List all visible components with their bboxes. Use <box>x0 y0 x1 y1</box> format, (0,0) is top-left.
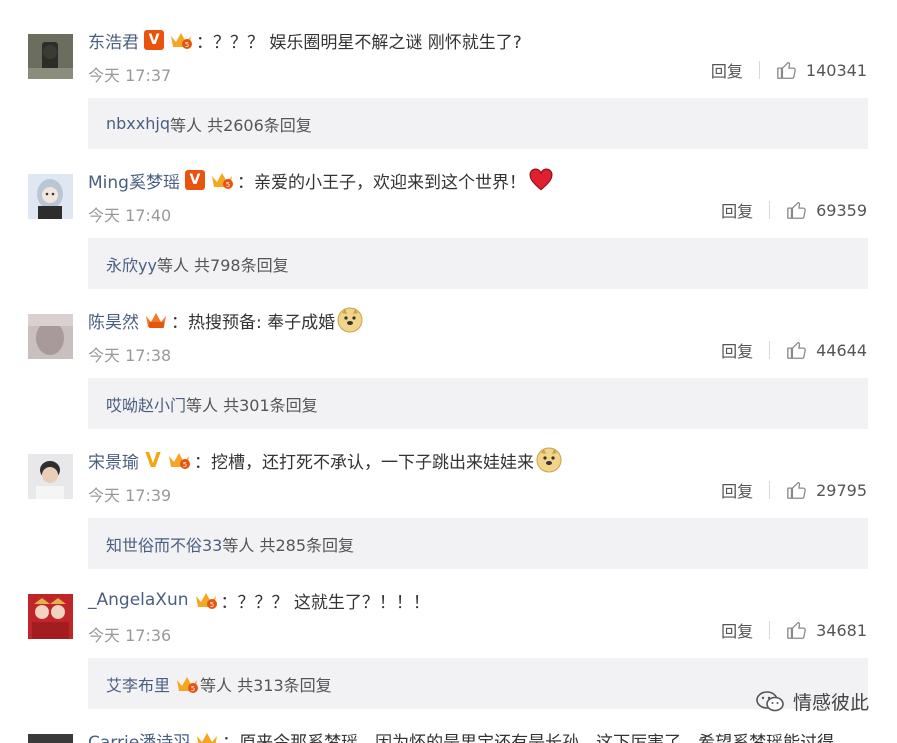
thumbs-up-icon[interactable] <box>776 59 798 81</box>
username[interactable]: _AngelaXun <box>88 590 189 610</box>
verified-badge-icon: V <box>184 170 205 190</box>
timestamp: 今天 17:37 <box>88 66 172 85</box>
sub-reply-summary: 等人 共798条回复 <box>156 255 289 275</box>
sub-reply-summary: 等人 共2606条回复 <box>169 115 312 135</box>
svg-text:5: 5 <box>183 461 187 469</box>
vip-crown-icon: 5 <box>168 30 194 50</box>
sub-replies-box[interactable]: 永欣yy 等人 共798条回复 <box>88 238 868 289</box>
comment-text: ：？？？ 这就生了？！！！ <box>220 592 430 613</box>
thumbs-up-icon[interactable] <box>786 199 808 221</box>
username[interactable]: 东浩君 <box>88 28 139 53</box>
watermark: 情感彼此 <box>755 688 869 715</box>
comment-header: Ming奚梦瑶 V 5 ：亲爱的小王子，欢迎来到这个世界！ <box>88 167 554 193</box>
comment-header: _AngelaXun 5 ：？？？ 这就生了？！！！ <box>88 588 430 613</box>
sub-reply-user[interactable]: 哎呦赵小门 <box>106 392 186 416</box>
divider <box>769 341 771 359</box>
comment-actions: 回复 44644 <box>721 338 867 362</box>
thumbs-up-icon[interactable] <box>786 619 808 641</box>
watermark-text: 情感彼此 <box>792 692 869 714</box>
sub-replies-box[interactable]: 哎呦赵小门 等人 共301条回复 <box>88 378 868 429</box>
comment-text: ：热搜预备: 奉子成婚 <box>171 312 336 333</box>
svg-text:5: 5 <box>185 41 189 49</box>
like-count: 44644 <box>816 340 867 360</box>
sub-reply-user[interactable]: 永欣yy <box>106 252 157 276</box>
timestamp: 今天 17:39 <box>88 486 172 505</box>
like-count: 29795 <box>816 480 867 500</box>
reply-button[interactable]: 回复 <box>721 618 753 642</box>
sub-replies-box[interactable]: nbxxhjq 等人 共2606条回复 <box>88 98 868 149</box>
username[interactable]: 陈昊然 <box>88 308 139 333</box>
reply-button[interactable]: 回复 <box>721 198 753 222</box>
sub-reply-summary: 等人 共313条回复 <box>200 675 332 695</box>
avatar[interactable] <box>28 314 73 359</box>
comment-text: ：亲爱的小王子，欢迎来到这个世界！ <box>236 172 526 193</box>
comment-header: 陈昊然 ：热搜预备: 奉子成婚 <box>88 307 363 333</box>
divider <box>758 61 760 79</box>
vip-crown-icon: 5 <box>166 450 192 470</box>
username[interactable]: 宋景瑜 <box>88 448 139 473</box>
avatar[interactable] <box>28 174 73 219</box>
comment-actions: 回复 140341 <box>711 58 867 82</box>
comment-actions: 回复 69359 <box>721 198 867 222</box>
timestamp: 今天 17:36 <box>88 626 172 645</box>
doge-icon <box>337 307 363 333</box>
comment-actions: 回复 29795 <box>721 478 867 502</box>
like-count: 69359 <box>816 200 867 220</box>
sub-replies-box[interactable]: 艾李布里 5 等人 共313条回复 <box>88 658 868 709</box>
vip-crown-icon: 5 <box>174 674 200 694</box>
vip-crown-icon: 5 <box>193 590 219 610</box>
svg-text:5: 5 <box>209 601 213 609</box>
avatar[interactable] <box>28 734 73 743</box>
sub-reply-summary: 等人 共301条回复 <box>186 395 318 415</box>
sub-replies-box[interactable]: 知世俗而不俗33 等人 共285条回复 <box>88 518 868 569</box>
wechat-icon <box>756 690 784 711</box>
svg-text:5: 5 <box>226 181 230 189</box>
sub-reply-user[interactable]: 知世俗而不俗33 <box>106 532 222 556</box>
like-count: 34681 <box>816 620 867 640</box>
reply-button[interactable]: 回复 <box>721 338 753 362</box>
comment-header: Carrie潘诗羽 ：原来今那奚梦瑶，因为怀的是男宝还有是长孙，这下厉害了，希望… <box>88 728 834 743</box>
like-count: 140341 <box>805 60 867 80</box>
comment-header: 宋景瑜 V 5 ：挖槽，还打死不承认，一下子跳出来娃娃来 <box>88 447 562 473</box>
doge-icon <box>536 447 562 473</box>
thumbs-up-icon[interactable] <box>786 479 808 501</box>
sub-reply-user[interactable]: 艾李布里 <box>106 672 170 696</box>
divider <box>769 621 771 639</box>
timestamp: 今天 17:40 <box>88 206 172 225</box>
sub-reply-user[interactable]: nbxxhjq <box>106 114 170 133</box>
vip-crown-icon <box>143 310 169 330</box>
thumbs-up-icon[interactable] <box>786 339 808 361</box>
avatar[interactable] <box>28 594 73 639</box>
svg-text:5: 5 <box>191 685 195 693</box>
comment-header: 东浩君 V 5 ：？？？ 娱乐圈明星不解之谜 刚怀就生了? <box>88 28 522 53</box>
reply-button[interactable]: 回复 <box>711 58 743 82</box>
comment-actions: 回复 34681 <box>721 618 867 642</box>
divider <box>769 481 771 499</box>
sub-reply-summary: 等人 共285条回复 <box>222 535 355 555</box>
divider <box>769 201 771 219</box>
comment-text: ：？？？ 娱乐圈明星不解之谜 刚怀就生了? <box>196 32 522 53</box>
vip-crown-icon: 5 <box>209 170 235 190</box>
avatar[interactable] <box>28 454 73 499</box>
timestamp: 今天 17:38 <box>88 346 172 365</box>
username[interactable]: Ming奚梦瑶 <box>88 168 180 193</box>
comment-text: ：挖槽，还打死不承认，一下子跳出来娃娃来 <box>194 452 534 473</box>
reply-button[interactable]: 回复 <box>721 478 753 502</box>
comment-text: ：原来今那奚梦瑶，因为怀的是男宝还有是长孙，这下厉害了，希望奚梦瑶能过得 <box>222 732 835 743</box>
username[interactable]: Carrie潘诗羽 <box>88 728 190 743</box>
vip-crown-icon <box>194 730 220 743</box>
verified-badge-icon: V <box>145 448 161 472</box>
avatar[interactable] <box>28 34 73 79</box>
heart-icon <box>528 167 554 193</box>
verified-badge-icon: V <box>144 30 164 50</box>
